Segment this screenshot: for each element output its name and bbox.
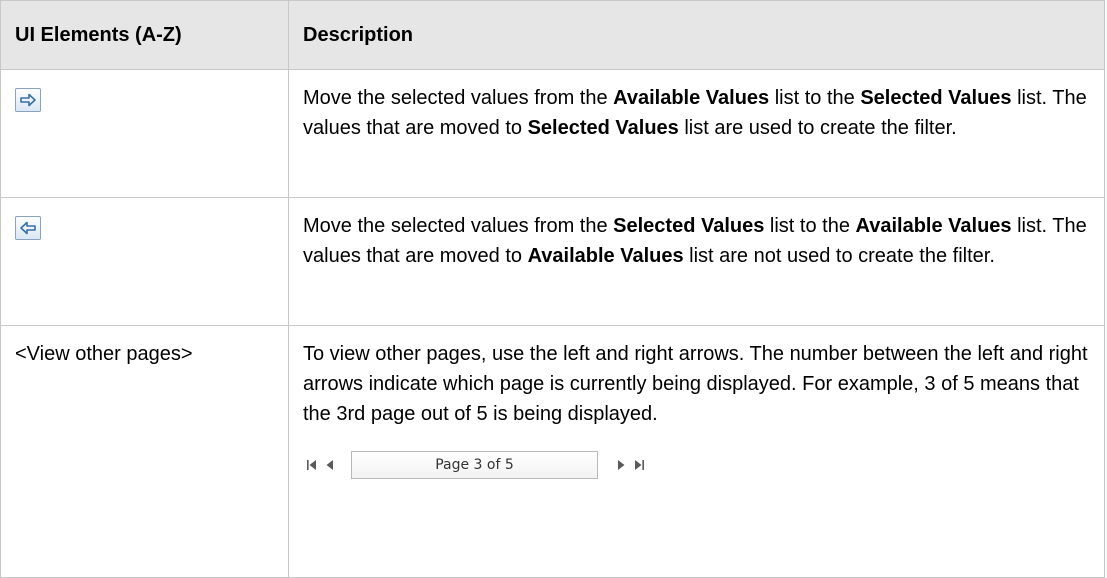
last-page-icon (630, 451, 648, 479)
ui-element-cell: <View other pages> (0, 325, 289, 578)
header-description: Description (288, 0, 1105, 70)
description-text: list to the (769, 87, 861, 109)
term-available-values: Available Values (613, 87, 770, 109)
term-available-values: Available Values (527, 245, 684, 267)
term-selected-values: Selected Values (860, 87, 1012, 109)
arrow-right-icon (15, 88, 41, 112)
ui-elements-table: UI Elements (A-Z) Description Move the s… (0, 0, 1105, 578)
term-available-values: Available Values (855, 215, 1012, 237)
description-text: Move the selected values from the (303, 87, 614, 109)
header-ui-elements: UI Elements (A-Z) (0, 0, 289, 70)
ui-element-label: <View other pages> (15, 343, 193, 365)
table-row: <View other pages> To view other pages, … (0, 325, 1105, 578)
next-page-icon (612, 451, 630, 479)
description-cell: Move the selected values from the Availa… (288, 69, 1105, 198)
description-text: To view other pages, use the left and ri… (303, 343, 1088, 425)
description-text: list are not used to create the filter. (683, 245, 995, 267)
table-row: Move the selected values from the Availa… (0, 69, 1105, 198)
first-page-icon (303, 451, 321, 479)
term-selected-values: Selected Values (527, 117, 679, 139)
table-header-row: UI Elements (A-Z) Description (0, 0, 1105, 70)
term-selected-values: Selected Values (613, 215, 765, 237)
description-text: list to the (764, 215, 856, 237)
ui-element-cell (0, 69, 289, 198)
description-text: list are used to create the filter. (678, 117, 957, 139)
previous-page-icon (321, 451, 339, 479)
pager-example: Page 3 of 5 (303, 451, 1090, 479)
arrow-left-icon (15, 216, 41, 240)
description-cell: To view other pages, use the left and ri… (288, 325, 1105, 578)
table-row: Move the selected values from the Select… (0, 197, 1105, 326)
ui-element-cell (0, 197, 289, 326)
description-text: Move the selected values from the (303, 215, 614, 237)
description-cell: Move the selected values from the Select… (288, 197, 1105, 326)
page-indicator: Page 3 of 5 (351, 451, 598, 479)
